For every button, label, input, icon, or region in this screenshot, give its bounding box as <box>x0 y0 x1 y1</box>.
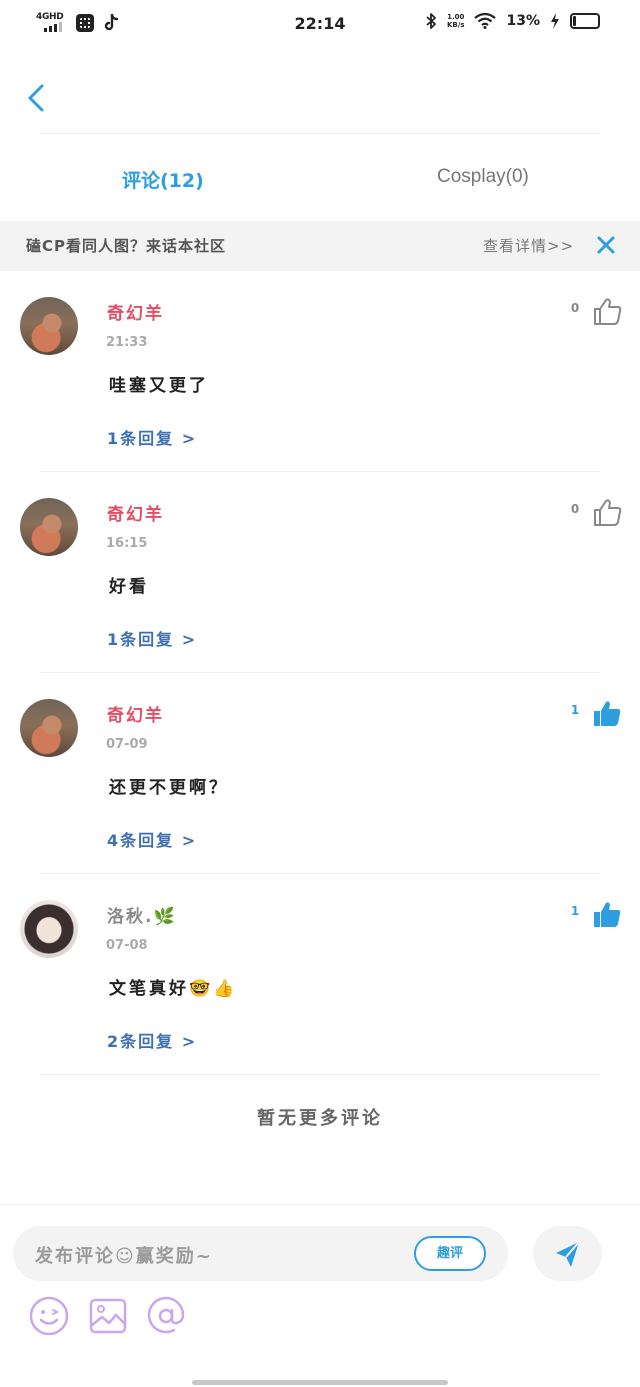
like-button[interactable] <box>591 295 623 327</box>
close-banner-button[interactable] <box>594 233 618 257</box>
home-indicator[interactable] <box>192 1380 448 1385</box>
view-replies-link[interactable]: 1条回复 > <box>107 425 197 449</box>
no-more-comments: 暂无更多评论 <box>257 1108 383 1129</box>
comment-item: 奇幻羊 07-09 还更不更啊？ 4条回复 > 1 <box>0 673 640 874</box>
like-button[interactable] <box>591 697 623 729</box>
charging-icon <box>551 13 559 29</box>
comment-username[interactable]: 奇幻羊 <box>107 701 164 726</box>
tab-comments[interactable]: 评论(12) <box>122 166 204 193</box>
comment-time: 07-09 <box>106 737 148 752</box>
banner-details-link[interactable]: 查看详情>> <box>483 235 574 256</box>
battery-percent: 13% <box>506 13 540 29</box>
comment-username[interactable]: 奇幻羊 <box>107 299 164 324</box>
back-button[interactable] <box>18 78 58 118</box>
status-right: 1.00 KB/s 13% <box>425 12 600 30</box>
comment-username[interactable]: 洛秋.🌿 <box>107 902 177 927</box>
emoji-icon <box>29 1296 69 1336</box>
battery-level <box>573 16 576 26</box>
like-count: 0 <box>570 301 580 315</box>
comment-time: 16:15 <box>106 536 148 551</box>
send-button[interactable] <box>533 1226 602 1281</box>
comment-item: 奇幻羊 16:15 好看 1条回复 > 0 <box>0 472 640 673</box>
tab-bar: 评论(12) Cosplay(0) <box>0 160 640 200</box>
view-replies-link[interactable]: 4条回复 > <box>107 827 197 851</box>
view-replies-link[interactable]: 2条回复 > <box>107 1028 197 1052</box>
like-button[interactable] <box>591 898 623 930</box>
close-icon <box>597 236 615 254</box>
network-speed-value: 1.00 <box>447 13 465 21</box>
mention-button[interactable] <box>145 1295 187 1337</box>
avatar[interactable] <box>20 900 78 958</box>
thumbs-up-filled-icon <box>594 902 621 927</box>
comment-input[interactable]: 发布评论☺赢奖励~ 趣评 <box>13 1226 508 1281</box>
image-button[interactable] <box>87 1295 129 1337</box>
thumbs-up-outline-icon <box>594 499 622 526</box>
header-divider <box>40 133 600 134</box>
avatar[interactable] <box>20 699 78 757</box>
comment-composer: 发布评论☺赢奖励~ 趣评 <box>0 1204 640 1387</box>
comment-time: 21:33 <box>106 335 148 350</box>
tab-cosplay[interactable]: Cosplay(0) <box>437 166 529 188</box>
comment-text: 还更不更啊？ <box>109 778 229 798</box>
comment-time: 07-08 <box>106 938 148 953</box>
like-count: 1 <box>570 703 580 717</box>
comment-text: 文笔真好🤓👍 <box>109 979 238 999</box>
bluetooth-icon <box>426 13 436 29</box>
comment-item: 奇幻羊 21:33 哇塞又更了 1条回复 > 0 <box>0 271 640 472</box>
comment-text: 好看 <box>109 577 149 597</box>
comment-username[interactable]: 奇幻羊 <box>107 500 164 525</box>
comment-divider <box>40 1074 600 1075</box>
emoji-button[interactable] <box>28 1295 70 1337</box>
send-icon <box>556 1241 580 1267</box>
view-replies-link[interactable]: 1条回复 > <box>107 626 197 650</box>
network-speed: 1.00 KB/s <box>447 13 464 29</box>
banner-text: 磕CP看同人图？来话本社区 <box>26 237 227 255</box>
comment-text: 哇塞又更了 <box>109 376 209 396</box>
like-count: 0 <box>570 502 580 516</box>
avatar[interactable] <box>20 498 78 556</box>
back-arrow-icon <box>28 84 44 112</box>
like-button[interactable] <box>591 496 623 528</box>
avatar[interactable] <box>20 297 78 355</box>
quick-comment-button[interactable]: 趣评 <box>414 1236 486 1271</box>
status-bar: 4GHD 22:14 1.00 KB/s 13% <box>0 0 640 48</box>
promo-banner: 磕CP看同人图？来话本社区 查看详情>> <box>0 221 640 271</box>
like-count: 1 <box>570 904 580 918</box>
comment-input-placeholder: 发布评论☺赢奖励~ <box>35 1246 213 1267</box>
battery-icon <box>570 13 600 29</box>
thumbs-up-filled-icon <box>594 701 621 726</box>
comment-item: 洛秋.🌿 07-08 文笔真好🤓👍 2条回复 > 1 <box>0 874 640 1075</box>
at-mention-icon <box>147 1296 185 1334</box>
thumbs-up-outline-icon <box>594 298 622 325</box>
wifi-icon <box>474 13 497 29</box>
network-speed-unit: KB/s <box>447 21 465 29</box>
image-icon <box>89 1298 127 1334</box>
